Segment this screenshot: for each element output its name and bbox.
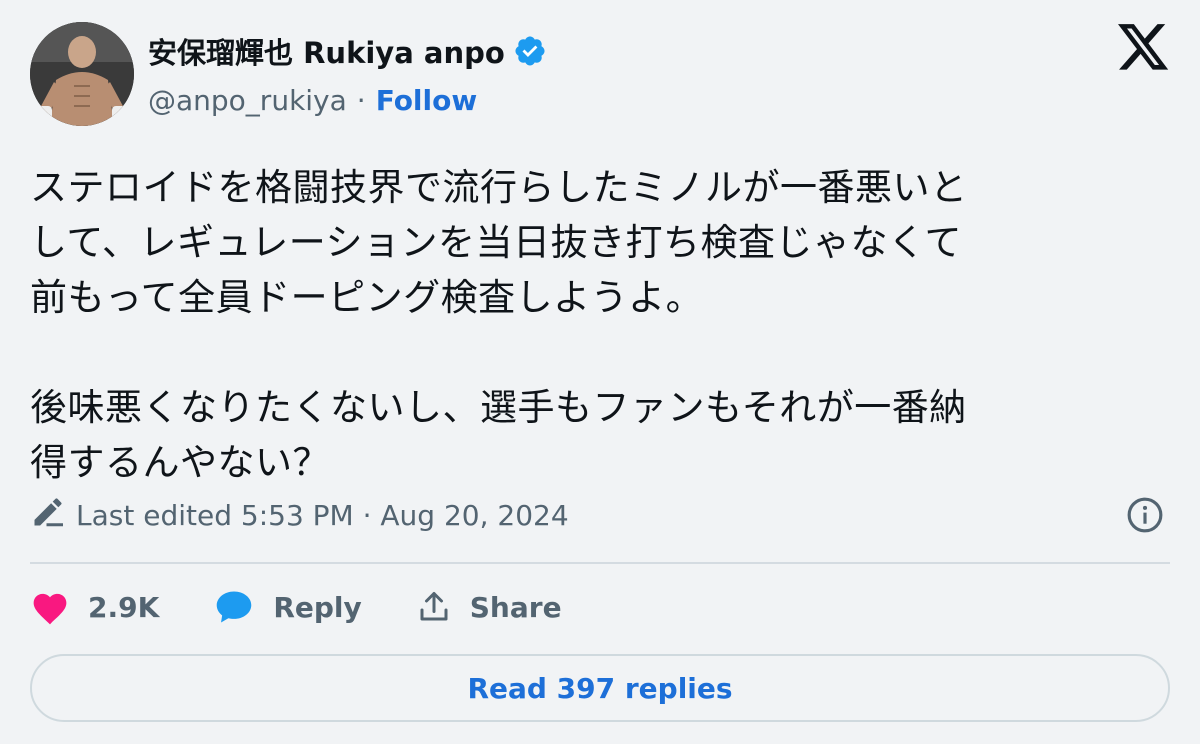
tweet-embed-card: 安保瑠輝也 Rukiya anpo @anpo_rukiya · Follow … [0, 0, 1200, 744]
reply-button[interactable]: Reply [213, 588, 362, 626]
action-bar: 2.9K Reply Share [30, 582, 616, 632]
read-replies-button[interactable]: Read 397 replies [30, 654, 1170, 722]
info-icon[interactable] [1126, 496, 1164, 534]
read-replies-label: Read 397 replies [467, 671, 733, 705]
last-edited-text: Last edited 5:53 PM · Aug 20, 2024 [76, 498, 569, 532]
tweet-line: 前もって全員ドーピング検査しようよ。 [30, 276, 704, 319]
tweet-line: 得するんやない？ [30, 441, 330, 484]
like-button[interactable]: 2.9K [30, 589, 159, 625]
avatar-image [30, 22, 134, 126]
share-button[interactable]: Share [416, 589, 562, 625]
x-logo-icon[interactable] [1118, 24, 1170, 72]
verified-badge-icon [513, 34, 547, 68]
author-handle[interactable]: @anpo_rukiya [148, 84, 347, 117]
like-count: 2.9K [88, 590, 160, 624]
pencil-icon [30, 494, 66, 537]
tweet-line: して、レギュレーションを当日抜き打ち検査じゃなくて [30, 221, 962, 264]
tweet-text: ステロイドを格闘技界で流行らしたミノルが一番悪いと して、レギュレーションを当日… [30, 160, 1170, 490]
author-name-row[interactable]: 安保瑠輝也 Rukiya anpo [148, 30, 547, 72]
follow-button[interactable]: Follow [376, 84, 478, 117]
separator-dot: · [356, 84, 366, 117]
tweet-line: ステロイドを格闘技界で流行らしたミノルが一番悪いと [30, 166, 968, 209]
author-handle-row: @anpo_rukiya · Follow [148, 84, 477, 117]
last-edited-link[interactable]: Last edited 5:53 PM · Aug 20, 2024 [30, 494, 569, 536]
speech-bubble-icon [213, 588, 255, 626]
author-display-name[interactable]: 安保瑠輝也 Rukiya anpo [148, 30, 505, 72]
heart-icon [30, 589, 70, 625]
divider [30, 562, 1170, 564]
avatar[interactable] [30, 22, 134, 126]
share-label: Share [469, 590, 562, 624]
share-icon [416, 589, 452, 625]
reply-label: Reply [273, 590, 362, 624]
tweet-line: 後味悪くなりたくないし、選手もファンもそれが一番納 [30, 386, 967, 429]
